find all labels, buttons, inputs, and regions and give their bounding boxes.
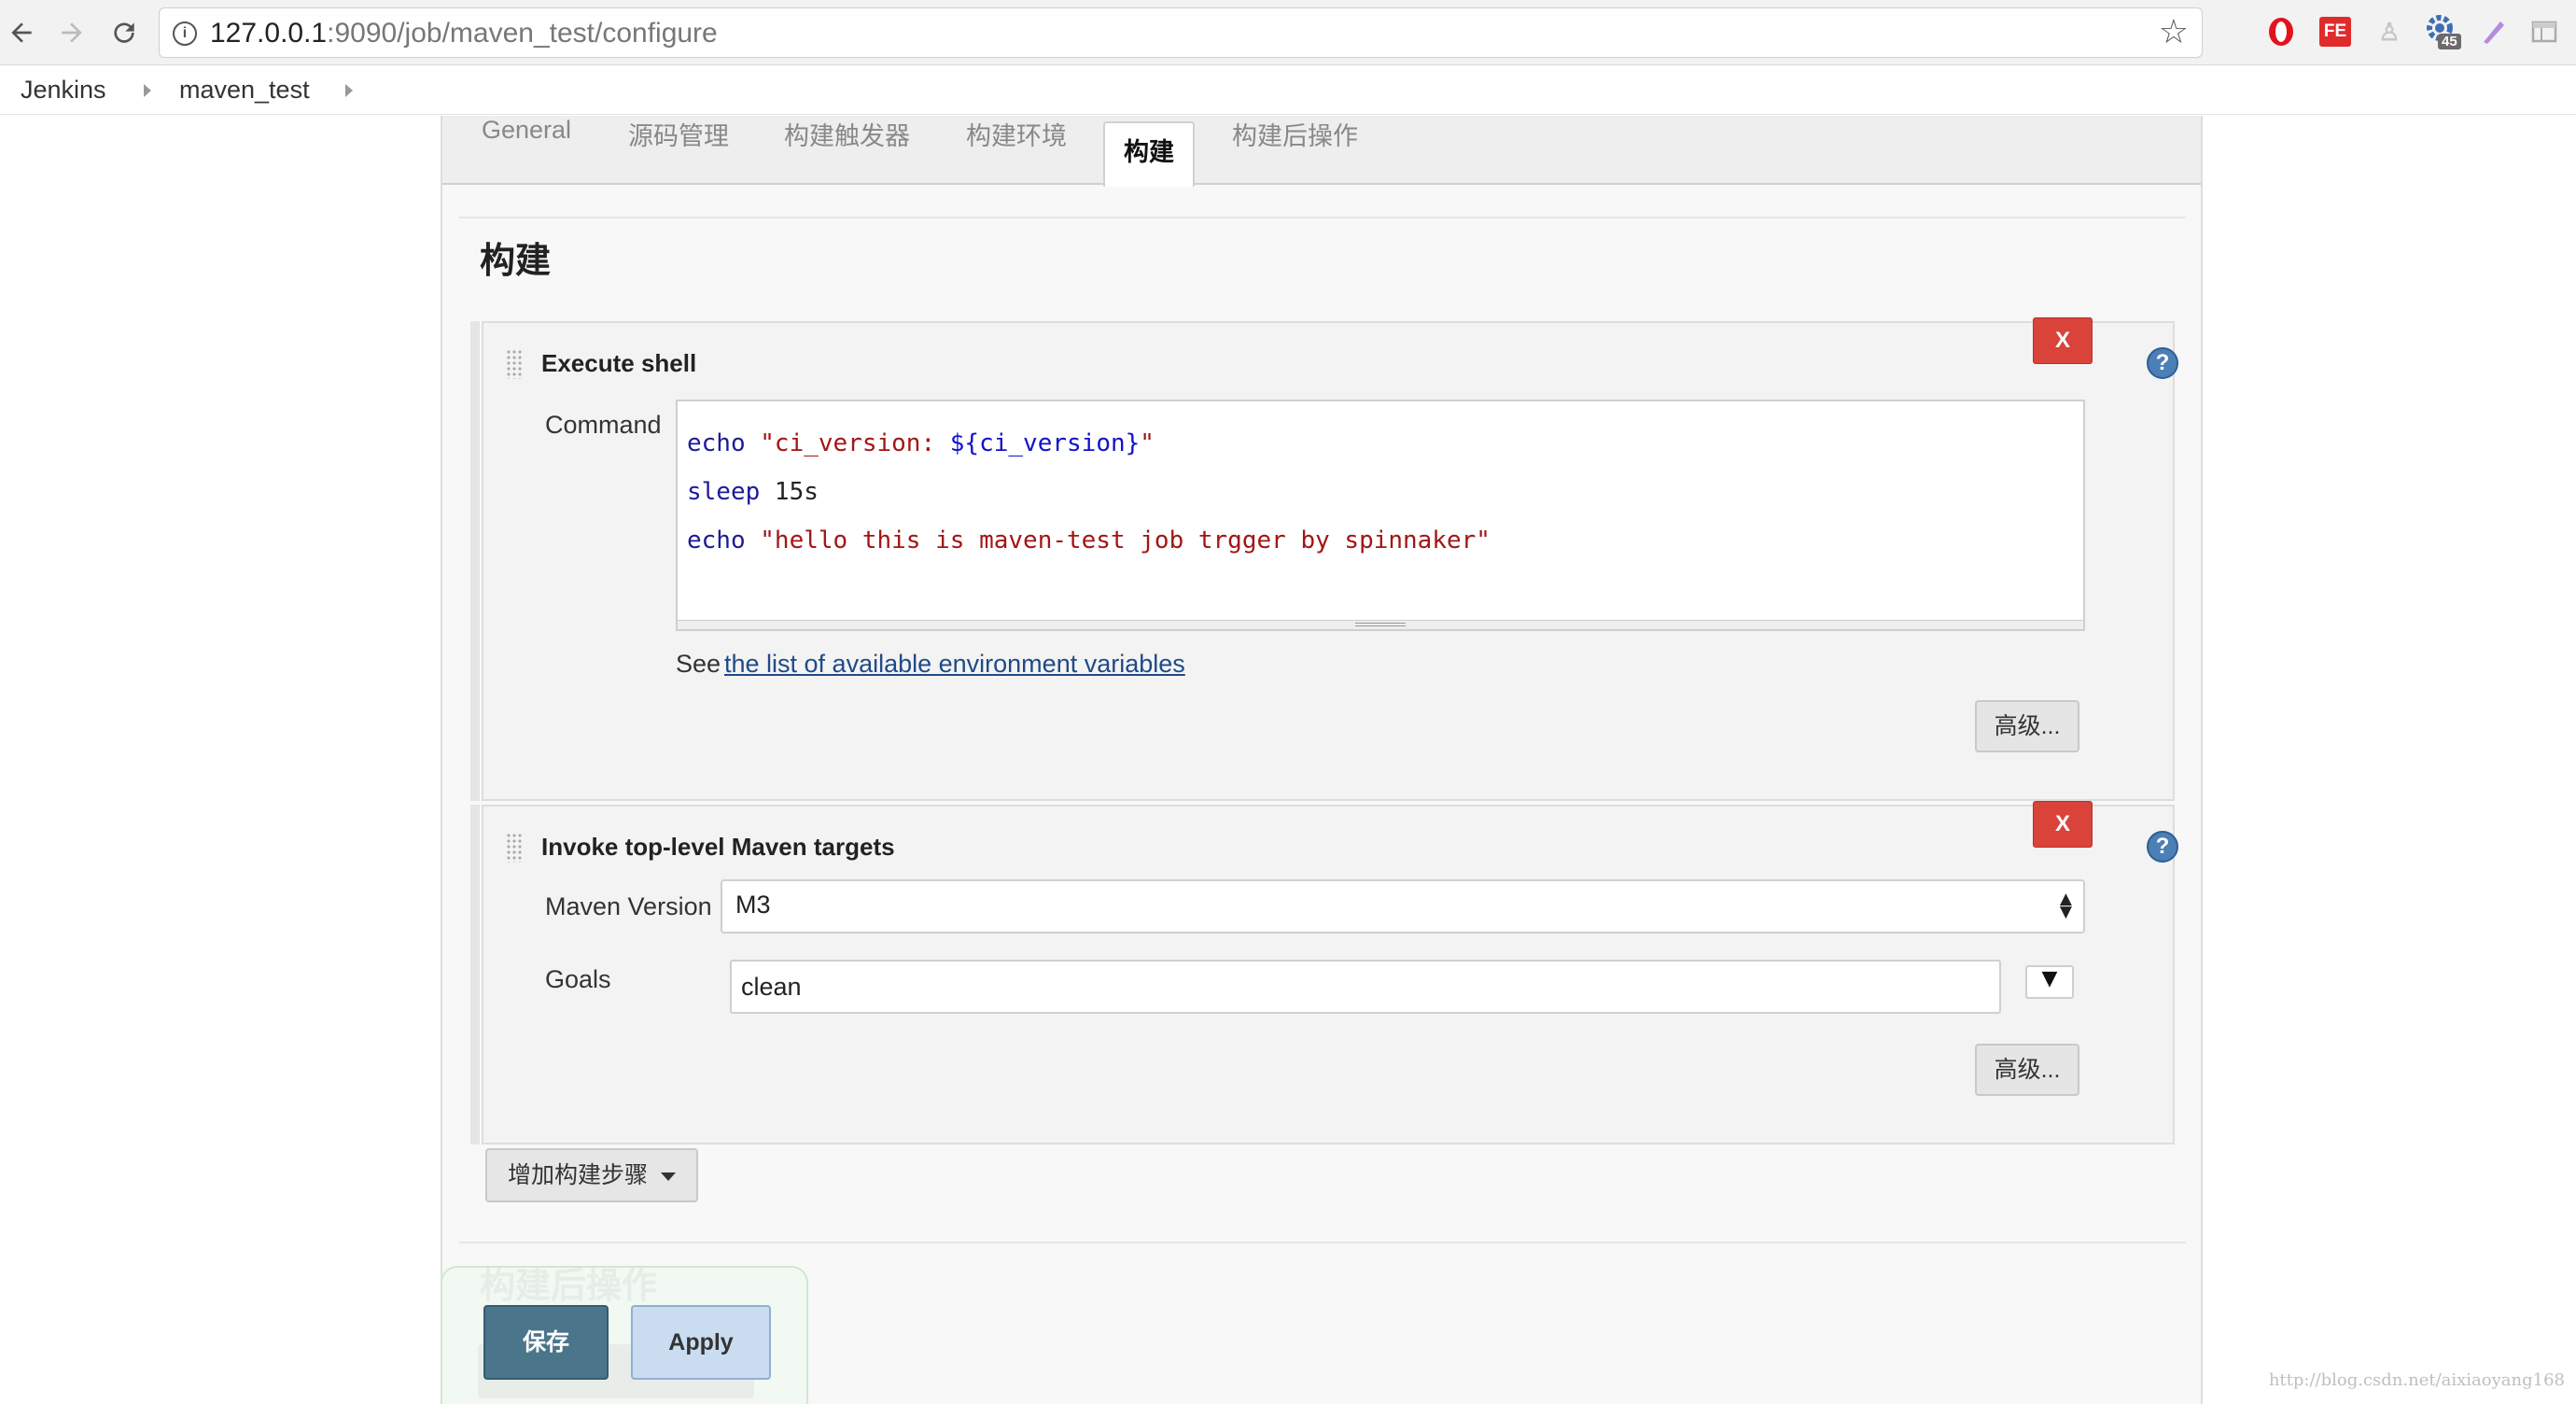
- maven-targets-title: Invoke top-level Maven targets: [541, 833, 895, 861]
- execute-shell-title: Execute shell: [541, 349, 697, 377]
- section-divider: [459, 1242, 2186, 1243]
- breadcrumb-maven-test[interactable]: maven_test: [179, 76, 310, 105]
- help-icon[interactable]: ?: [2147, 347, 2178, 379]
- apply-button[interactable]: Apply: [631, 1305, 771, 1380]
- address-bar[interactable]: i 127.0.0.1:9090/job/maven_test/configur…: [159, 7, 2203, 58]
- save-button[interactable]: 保存: [483, 1305, 609, 1380]
- drag-handle-icon[interactable]: [506, 833, 523, 863]
- tab-build-env[interactable]: 构建环境: [966, 116, 1067, 185]
- breadcrumb-arrow-icon[interactable]: [144, 84, 151, 97]
- execute-shell-step: Execute shell X ? Command echo "ci_versi…: [470, 317, 2178, 801]
- select-arrows-icon: ▲ ▼: [2059, 890, 2072, 921]
- command-label: Command: [545, 411, 662, 439]
- panel-icon[interactable]: [2526, 13, 2563, 50]
- advanced-button[interactable]: 高级...: [1975, 700, 2079, 752]
- build-section-title: 构建: [480, 242, 552, 281]
- config-panel: General 源码管理 构建触发器 构建环境 构建 构建后操作 构建 Exec…: [441, 116, 2203, 1404]
- fe-icon[interactable]: FE: [2317, 13, 2354, 50]
- command-textarea[interactable]: echo "ci_version: ${ci_version}" sleep 1…: [676, 400, 2085, 631]
- extension-icon[interactable]: ♙: [2371, 13, 2408, 50]
- tab-triggers[interactable]: 构建触发器: [784, 116, 910, 185]
- back-icon[interactable]: [0, 11, 43, 54]
- maven-targets-step: Invoke top-level Maven targets X ? Maven…: [470, 801, 2178, 1144]
- breadcrumb-arrow-icon[interactable]: [345, 84, 353, 97]
- info-icon[interactable]: i: [173, 21, 197, 46]
- star-icon[interactable]: ☆: [2159, 16, 2189, 49]
- breadcrumb-jenkins[interactable]: Jenkins: [21, 76, 106, 105]
- command-line: echo "ci_version: ${ci_version}": [687, 429, 1155, 457]
- tab-post-build[interactable]: 构建后操作: [1232, 116, 1358, 185]
- tab-general[interactable]: General: [482, 116, 571, 185]
- help-icon[interactable]: ?: [2147, 831, 2178, 863]
- browser-toolbar: i 127.0.0.1:9090/job/maven_test/configur…: [0, 0, 2576, 65]
- opera-icon[interactable]: [2262, 13, 2300, 50]
- extension-badge: 45: [2438, 34, 2461, 49]
- url-text: 127.0.0.1:9090/job/maven_test/configure: [210, 18, 718, 49]
- step-side-bar: [470, 805, 480, 1144]
- pen-icon[interactable]: [2475, 13, 2513, 50]
- config-tabs: General 源码管理 构建触发器 构建环境 构建 构建后操作: [442, 116, 2201, 187]
- maven-version-label: Maven Version: [545, 892, 712, 920]
- forward-icon[interactable]: [50, 11, 93, 54]
- goals-label: Goals: [545, 965, 611, 993]
- env-variables-link[interactable]: the list of available environment variab…: [724, 650, 1185, 679]
- drag-handle-icon[interactable]: [506, 349, 523, 379]
- maven-version-select[interactable]: M3 ▲ ▼: [721, 879, 2085, 934]
- reload-icon[interactable]: [103, 11, 146, 54]
- goals-value: clean: [741, 973, 802, 1001]
- command-line: sleep 15s: [687, 478, 819, 506]
- advanced-button[interactable]: 高级...: [1975, 1044, 2079, 1096]
- breadcrumb: Jenkins maven_test: [0, 66, 2576, 115]
- caret-down-icon: [661, 1172, 677, 1181]
- see-text: See: [676, 650, 721, 678]
- tab-scm[interactable]: 源码管理: [628, 116, 729, 185]
- watermark: http://blog.csdn.net/aixiaoyang168: [2268, 1370, 2565, 1390]
- add-build-step-label: 增加构建步骤: [508, 1162, 649, 1188]
- expand-goals-icon[interactable]: ▼: [2025, 965, 2074, 999]
- section-divider: [459, 217, 2186, 218]
- gear-badge-icon[interactable]: 45: [2423, 13, 2461, 50]
- delete-step-button[interactable]: X: [2033, 801, 2093, 848]
- resize-grip-icon[interactable]: [678, 620, 2083, 629]
- step-side-bar: [470, 321, 480, 801]
- delete-step-button[interactable]: X: [2033, 317, 2093, 364]
- tab-build[interactable]: 构建: [1103, 121, 1195, 187]
- add-build-step-button[interactable]: 增加构建步骤: [485, 1148, 699, 1202]
- goals-input[interactable]: clean: [730, 960, 2001, 1014]
- command-line: echo "hello this is maven-test job trgge…: [687, 526, 1491, 555]
- maven-version-value: M3: [735, 891, 771, 919]
